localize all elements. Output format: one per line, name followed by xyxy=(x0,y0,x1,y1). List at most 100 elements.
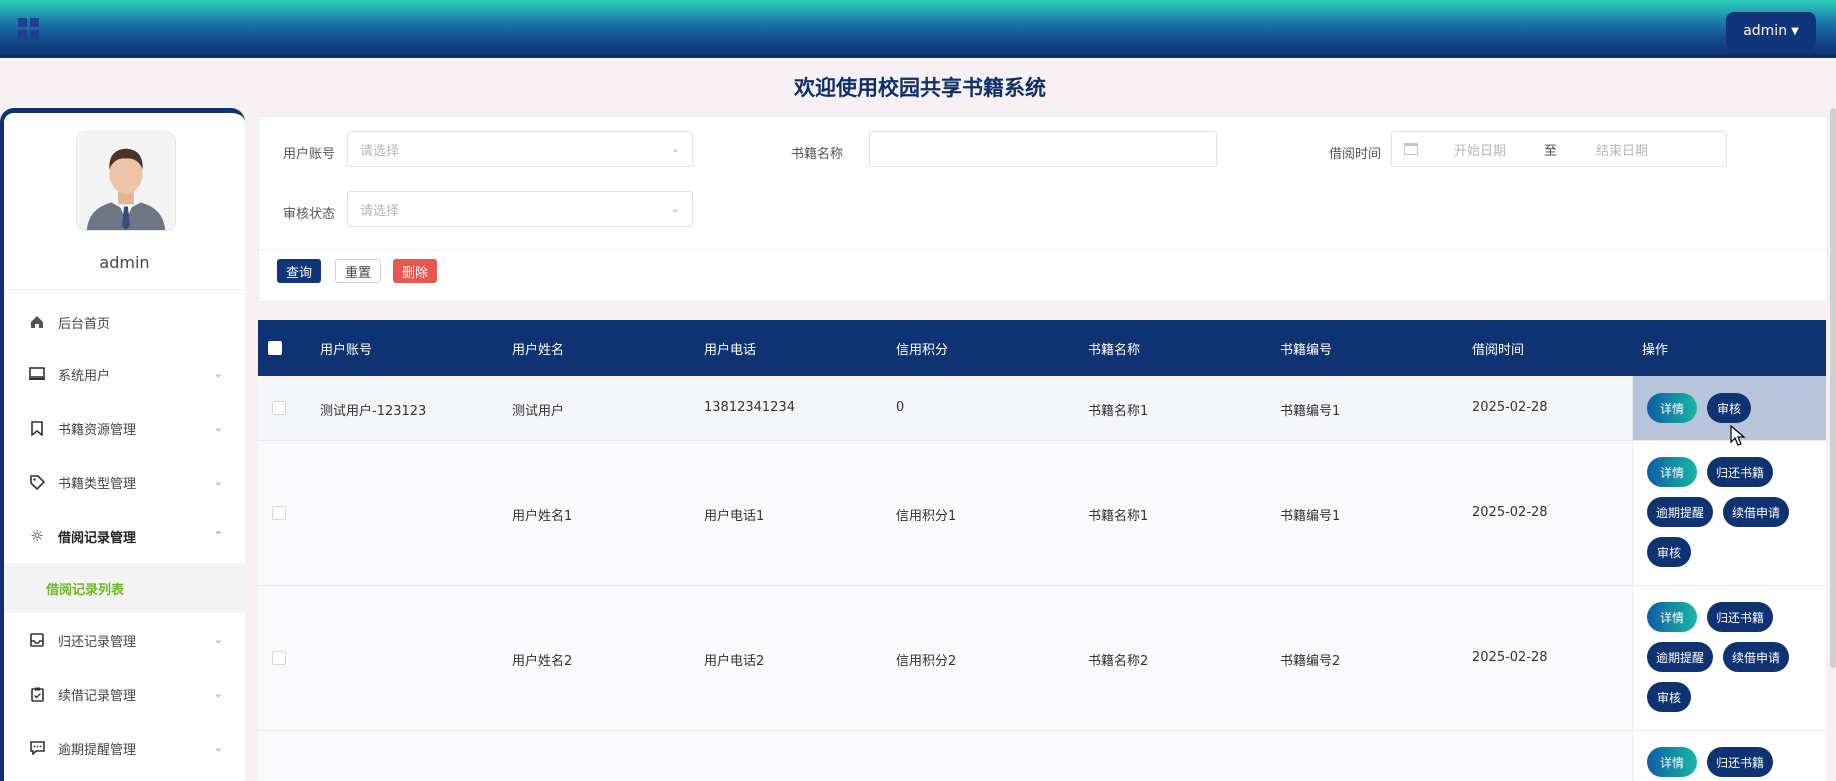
cell-book-number: 书籍编号1 xyxy=(1280,509,1341,524)
audit-button[interactable]: 审核 xyxy=(1707,393,1751,423)
chevron-up-icon: ⌃ xyxy=(213,529,223,542)
start-date-input[interactable]: 开始日期 xyxy=(1454,140,1538,159)
table-row[interactable]: 用户姓名2 用户电话2 信用积分2 书籍名称2 书籍编号2 2025-02-28… xyxy=(258,586,1826,731)
reset-button[interactable]: 重置 xyxy=(335,259,382,283)
search-panel: 用户账号 请选择 ⌄ 书籍名称 借阅时间 开始日期 至 结束日期 审核状态 请选… xyxy=(258,116,1828,302)
end-date-input[interactable]: 结束日期 xyxy=(1596,140,1680,159)
sidebar-item-label: 书籍类型管理 xyxy=(58,476,137,492)
detail-button[interactable]: 详情 xyxy=(1647,457,1697,487)
sidebar-item-book-types[interactable]: 书籍类型管理 ⌄ xyxy=(4,455,245,509)
detail-button[interactable]: 详情 xyxy=(1647,747,1697,777)
account-select[interactable]: 请选择 ⌄ xyxy=(347,131,693,167)
row-checkbox[interactable] xyxy=(272,651,286,665)
borrow-time-label: 借阅时间 xyxy=(1328,147,1381,162)
cell-book-name: 书籍名称1 xyxy=(1088,509,1149,524)
bookmark-icon xyxy=(28,419,46,437)
row-checkbox[interactable] xyxy=(272,506,286,520)
page-title: 欢迎使用校园共享书籍系统 xyxy=(794,76,1046,100)
cell-phone: 用户电话2 xyxy=(704,654,765,669)
calendar-icon xyxy=(1404,143,1418,155)
delete-button[interactable]: 删除 xyxy=(393,259,438,283)
chevron-down-icon: ⌄ xyxy=(213,475,223,488)
cell-credit: 0 xyxy=(896,400,905,415)
chevron-down-icon: ⌄ xyxy=(213,367,223,380)
borrow-time-range[interactable]: 开始日期 至 结束日期 xyxy=(1391,131,1727,167)
sidebar-item-label: 书籍资源管理 xyxy=(58,422,137,438)
sidebar-item-return-records[interactable]: 归还记录管理 ⌄ xyxy=(4,613,245,667)
avatar xyxy=(76,131,176,231)
table-row[interactable]: 详情 归还书籍 xyxy=(258,731,1826,781)
account-label: 用户账号 xyxy=(282,147,335,162)
inbox-icon xyxy=(28,631,46,649)
audit-button[interactable]: 审核 xyxy=(1647,682,1691,712)
query-button[interactable]: 查询 xyxy=(277,259,322,283)
avatar-image xyxy=(77,132,175,230)
audit-status-label: 审核状态 xyxy=(282,207,335,222)
sidebar-divider xyxy=(4,289,245,290)
cell-name: 用户姓名2 xyxy=(512,654,573,669)
sidebar-item-overdue-reminders[interactable]: 逾期提醒管理 ⌄ xyxy=(4,721,245,775)
audit-status-placeholder: 请选择 xyxy=(360,203,400,219)
chevron-down-icon: ⌄ xyxy=(213,421,223,434)
mouse-cursor-icon xyxy=(1730,425,1746,446)
audit-button[interactable]: 审核 xyxy=(1647,537,1691,567)
message-icon xyxy=(28,739,46,757)
sun-icon: ☼ xyxy=(30,527,44,545)
detail-button[interactable]: 详情 xyxy=(1647,602,1697,632)
sidebar-item-book-resources[interactable]: 书籍资源管理 ⌄ xyxy=(4,401,245,455)
sidebar-item-renew-records[interactable]: 续借记录管理 ⌄ xyxy=(4,667,245,721)
chevron-down-icon: ⌄ xyxy=(213,687,223,700)
renew-request-button[interactable]: 续借申请 xyxy=(1723,497,1789,527)
menu-grid-icon[interactable] xyxy=(18,18,40,40)
sidebar-subitem-borrow-list[interactable]: 借阅记录列表 xyxy=(4,563,245,613)
column-header: 操作 xyxy=(1642,342,1669,358)
overdue-reminder-button[interactable]: 逾期提醒 xyxy=(1647,642,1713,672)
clipboard-icon xyxy=(28,685,46,703)
chevron-down-icon: ▼ xyxy=(1791,25,1799,37)
user-menu-label: admin xyxy=(1743,23,1788,39)
audit-status-select[interactable]: 请选择 ⌄ xyxy=(347,191,693,227)
book-name-label: 书籍名称 xyxy=(790,147,843,162)
renew-request-button[interactable]: 续借申请 xyxy=(1723,642,1789,672)
sidebar-menu: 后台首页 系统用户 ⌄ 书籍资源管理 ⌄ 书籍类型管理 ⌄ ☼ 借阅记录管理 ⌃… xyxy=(4,297,245,775)
table-header: 用户账号 用户姓名 用户电话 信用积分 书籍名称 书籍编号 借阅时间 操作 xyxy=(258,320,1826,376)
return-book-button[interactable]: 归还书籍 xyxy=(1707,747,1773,777)
detail-button[interactable]: 详情 xyxy=(1647,393,1697,423)
row-actions: 详情 审核 xyxy=(1632,376,1826,440)
column-header: 书籍编号 xyxy=(1280,342,1333,358)
table-row[interactable]: 测试用户-123123 测试用户 13812341234 0 书籍名称1 书籍编… xyxy=(258,376,1826,441)
top-bar: admin ▼ xyxy=(0,0,1836,58)
user-menu-button[interactable]: admin ▼ xyxy=(1726,12,1816,50)
sidebar-item-home[interactable]: 后台首页 xyxy=(4,297,245,347)
range-separator: 至 xyxy=(1544,143,1558,159)
column-header: 信用积分 xyxy=(896,342,949,358)
overdue-reminder-button[interactable]: 逾期提醒 xyxy=(1647,497,1713,527)
account-select-placeholder: 请选择 xyxy=(360,143,400,159)
cell-name: 用户姓名1 xyxy=(512,509,573,524)
row-checkbox[interactable] xyxy=(272,401,286,415)
return-book-button[interactable]: 归还书籍 xyxy=(1707,457,1773,487)
column-header: 借阅时间 xyxy=(1472,342,1525,358)
select-all-checkbox[interactable] xyxy=(268,341,282,355)
book-name-input[interactable] xyxy=(869,131,1217,167)
cell-book-name: 书籍名称1 xyxy=(1088,404,1149,419)
top-bar-divider xyxy=(0,54,1836,58)
cell-book-name: 书籍名称2 xyxy=(1088,654,1149,669)
monitor-icon xyxy=(28,365,46,383)
cell-credit: 信用积分2 xyxy=(896,654,957,669)
page-scrollbar[interactable] xyxy=(1830,108,1836,668)
cell-phone: 用户电话1 xyxy=(704,509,765,524)
cell-credit: 信用积分1 xyxy=(896,509,957,524)
sidebar-item-borrow-records[interactable]: ☼ 借阅记录管理 ⌃ xyxy=(4,509,245,563)
sidebar-item-label: 逾期提醒管理 xyxy=(58,742,137,758)
sidebar-item-system-users[interactable]: 系统用户 ⌄ xyxy=(4,347,245,401)
return-book-button[interactable]: 归还书籍 xyxy=(1707,602,1773,632)
column-header: 用户账号 xyxy=(320,342,373,358)
table-row[interactable]: 用户姓名1 用户电话1 信用积分1 书籍名称1 书籍编号1 2025-02-28… xyxy=(258,441,1826,586)
cell-borrow-time: 2025-02-28 xyxy=(1472,505,1548,520)
column-header: 用户电话 xyxy=(704,342,757,358)
row-actions: 详情 归还书籍 xyxy=(1632,731,1826,781)
sidebar-item-label: 系统用户 xyxy=(58,368,111,384)
cell-book-number: 书籍编号2 xyxy=(1280,654,1341,669)
borrow-records-table: 用户账号 用户姓名 用户电话 信用积分 书籍名称 书籍编号 借阅时间 操作 测试… xyxy=(258,320,1826,781)
